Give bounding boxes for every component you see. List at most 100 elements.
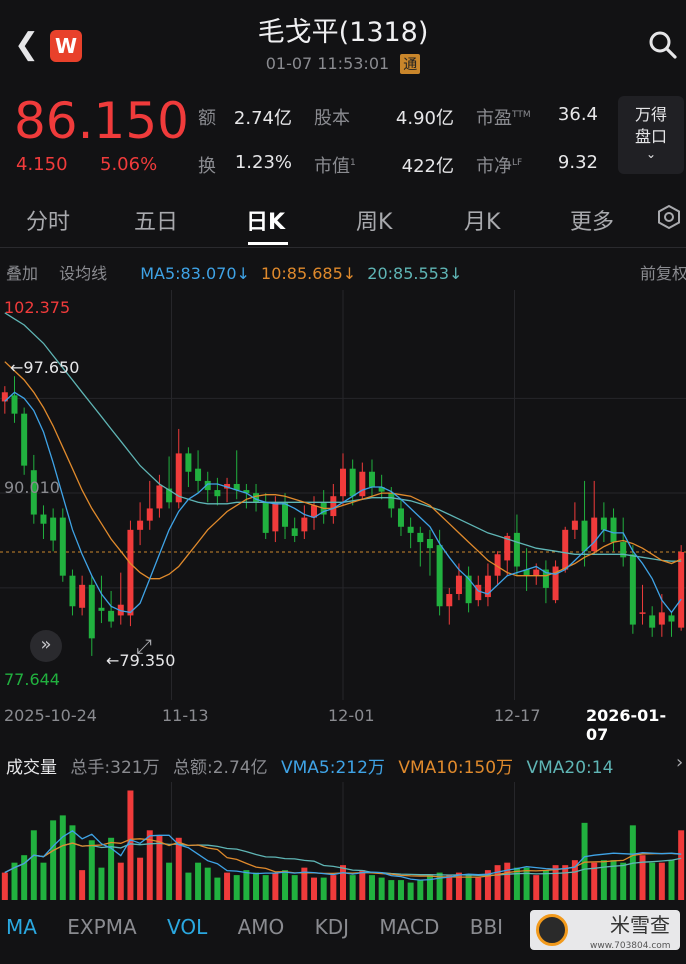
candle-body [533,569,540,576]
vma20-value: VMA20:14 [526,758,614,778]
candle-body [349,468,356,497]
wande-orderbook-button[interactable]: 万得 盘口 ⌄ [618,96,684,174]
volume-bar [475,877,482,900]
volume-bar [185,872,192,900]
candle-body [79,584,86,608]
candle-body [649,615,656,628]
volume-bar [262,875,269,900]
y-axis-mid-label: 90.010 [4,478,60,497]
tong-badge: 通 [400,54,421,74]
volume-bar [243,870,250,900]
volume-bar [156,835,163,900]
price-change-pct: 5.06% [100,154,158,175]
last-price: 86.150 [14,92,189,150]
indicator-tab-vol[interactable]: VOL [167,915,207,939]
indicator-tab-macd[interactable]: MACD [379,915,439,939]
volume-bar [1,872,8,900]
indicator-tab-bbi[interactable]: BBI [470,915,503,939]
high-annotation: ←97.650 [10,358,80,377]
candle-body [368,471,375,488]
kline-chart[interactable] [0,290,686,700]
candle-body [69,575,76,607]
volume-bar [79,870,86,900]
candle-body [262,502,269,533]
indicator-tab-amo[interactable]: AMO [238,915,285,939]
y-axis-high-label: 102.375 [4,298,71,317]
candle-body [282,502,289,527]
tab-weekly-k[interactable]: 周K [356,204,392,236]
value-turnover: 1.23% [234,152,292,173]
search-icon[interactable] [648,30,678,60]
tab-monthly-k[interactable]: 月K [464,204,500,236]
chevron-down-icon: ⌄ [645,147,657,161]
candle-body [407,526,414,533]
tab-five-day[interactable]: 五日 [134,204,178,236]
date-label: 11-13 [162,706,209,725]
tab-intraday[interactable]: 分时 [26,204,70,236]
tab-daily-k[interactable]: 日K [246,204,285,236]
indicator-tab-ma[interactable]: MA [6,915,37,939]
overlay-button[interactable]: 叠加 [6,264,38,283]
adjust-mode-button[interactable]: 前复权 [640,260,686,284]
candle-body [639,612,646,614]
candle-body [40,514,47,524]
volume-legend-row: 成交量 总手:321万 总额:2.74亿 VMA5:212万 VMA10:150… [6,753,621,778]
label-share-capital: 股本 [314,108,350,129]
mcap-sup: 1 [350,158,356,168]
volume-bar [513,867,520,900]
expand-sidebar-icon[interactable]: » [30,630,62,662]
set-ma-button[interactable]: 设均线 [59,264,107,283]
volume-bar [291,875,298,900]
label-pe: 市盈TTM [476,104,531,130]
volume-bar [678,830,685,900]
volume-bar [494,865,501,900]
stock-title: 毛戈平(1318) [257,17,429,48]
candle-body [59,517,66,576]
candle-body [127,529,134,616]
wande-btn-line2: 盘口 [634,127,667,146]
volume-bar [204,867,211,900]
volume-bar [137,857,144,900]
volume-bar [272,872,279,900]
y-axis-low-label: 77.644 [4,670,60,689]
candle-body [417,532,424,543]
settings-icon[interactable] [656,204,682,234]
volume-chart[interactable] [0,782,686,900]
volume-bar [397,880,404,900]
volume-bar [504,862,511,900]
quote-time-line: 01-07 11:53:01 通 [0,54,686,74]
watermark-logo [536,914,568,946]
volume-bar [523,867,530,900]
pe-sup: TTM [512,110,531,120]
candle-body [581,520,588,552]
volume-bar [465,875,472,900]
value-market-cap: 422亿 [401,156,454,177]
date-label: 12-01 [328,706,375,725]
label-amount: 额 [198,108,216,129]
fullscreen-icon[interactable]: ⤢ [136,634,152,658]
mcap-label-text: 市值 [314,156,350,177]
chevron-right-icon[interactable]: › [676,752,683,773]
label-market-cap: 市值1 [314,152,356,178]
volume-bar [233,875,240,900]
candle-body [668,615,675,622]
tab-more[interactable]: 更多 [570,204,614,236]
indicator-tab-kdj[interactable]: KDJ [315,915,349,939]
candle-body [108,610,115,622]
volume-bar [40,862,47,900]
candle-body [340,468,346,497]
volume-label[interactable]: 成交量 [6,758,57,778]
candle-body [137,520,144,530]
candle-body [185,453,192,472]
candle-body [465,575,472,604]
volume-bar [69,825,76,900]
candle-body [436,545,443,607]
indicator-tab-expma[interactable]: EXPMA [67,915,136,939]
total-amount: 总额:2.74亿 [173,758,268,778]
candle-body [658,612,665,625]
volume-bar [88,840,95,900]
ma-legend-row: 叠加 设均线 MA5:83.070↓ 10:85.685↓ 20:85.553↓ [6,260,468,284]
volume-bar [117,862,124,900]
volume-bar [340,865,346,900]
label-turnover: 换 [198,156,216,177]
